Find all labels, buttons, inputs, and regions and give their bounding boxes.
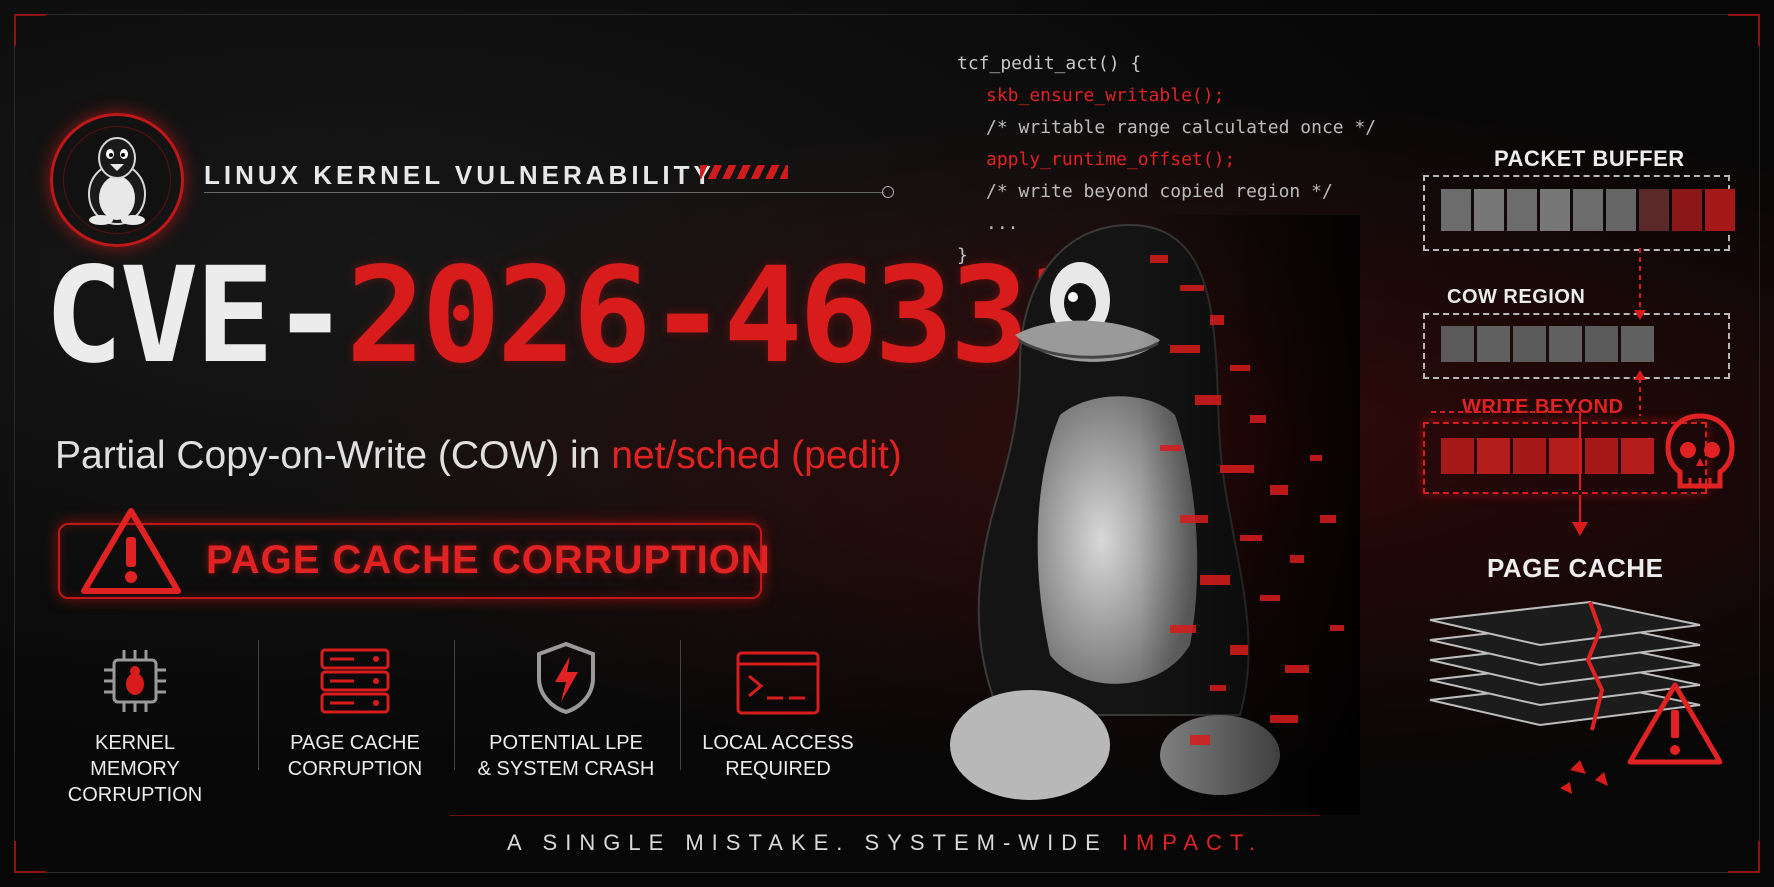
frame-corner bbox=[1728, 14, 1760, 46]
buffer-cell bbox=[1507, 189, 1537, 231]
cve-prefix: CVE- bbox=[44, 239, 350, 393]
feature-line1: KERNEL bbox=[94, 732, 176, 754]
feature-line1: PAGE CACHE bbox=[290, 732, 420, 754]
buffer-cell bbox=[1441, 189, 1471, 231]
warning-triangle-icon bbox=[81, 508, 181, 594]
terminal-icon bbox=[736, 651, 820, 715]
feature-line1: POTENTIAL LPE bbox=[489, 732, 643, 754]
subtitle-plain: Partial Copy-on-Write (COW) in bbox=[55, 434, 612, 477]
feature-line1: LOCAL ACCESS bbox=[702, 732, 854, 754]
kicker-line-endpoint bbox=[882, 186, 894, 198]
packet-buffer-cells bbox=[1441, 189, 1735, 231]
buffer-cell bbox=[1540, 189, 1570, 231]
frame-corner bbox=[14, 841, 46, 873]
footer-plain: A SINGLE MISTAKE. SYSTEM-WIDE bbox=[506, 830, 1122, 855]
chip-bug-icon bbox=[104, 650, 166, 712]
tux-logo bbox=[50, 113, 184, 247]
code-line: apply_runtime_offset(); bbox=[986, 149, 1236, 170]
server-stack-icon bbox=[320, 648, 390, 714]
code-line: tcf_pedit_act() { bbox=[957, 53, 1142, 74]
packet-buffer-title: PACKET BUFFER bbox=[1494, 146, 1685, 171]
subtitle-highlight: net/sched (pedit) bbox=[611, 434, 902, 477]
subtitle: Partial Copy-on-Write (COW) in net/sched… bbox=[55, 434, 902, 478]
buffer-cell bbox=[1672, 189, 1702, 231]
skull-icon bbox=[1665, 413, 1735, 489]
code-line: /* writable range calculated once */ bbox=[986, 117, 1377, 138]
alert-label: PAGE CACHE CORRUPTION bbox=[206, 538, 771, 582]
kicker-underline bbox=[204, 192, 884, 193]
frame-corner bbox=[14, 14, 46, 46]
page-cache-stack-illustration bbox=[1429, 600, 1723, 794]
feature-divider bbox=[454, 640, 455, 770]
feature-kernel-memory: KERNEL MEMORY CORRUPTION bbox=[35, 636, 235, 808]
code-line: skb_ensure_writable(); bbox=[986, 85, 1225, 106]
buffer-cell bbox=[1606, 189, 1636, 231]
feature-line2: CORRUPTION bbox=[287, 758, 423, 780]
buffer-cell bbox=[1573, 189, 1603, 231]
diagram-connectors bbox=[1430, 248, 1646, 536]
feature-page-cache: PAGE CACHE CORRUPTION bbox=[255, 636, 455, 782]
tux-icon bbox=[63, 126, 171, 234]
frame-corner bbox=[1728, 841, 1760, 873]
feature-lpe: POTENTIAL LPE & SYSTEM CRASH bbox=[466, 636, 666, 782]
feature-line2: REQUIRED bbox=[725, 758, 831, 780]
shield-lightning-icon bbox=[537, 641, 595, 715]
feature-line2: & SYSTEM CRASH bbox=[477, 758, 655, 780]
feature-line2: MEMORY CORRUPTION bbox=[67, 758, 203, 806]
page-cache-title: PAGE CACHE bbox=[1487, 553, 1664, 583]
buffer-cell bbox=[1705, 189, 1735, 231]
footer-tagline: A SINGLE MISTAKE. SYSTEM-WIDE IMPACT. bbox=[450, 830, 1320, 856]
buffer-cell bbox=[1639, 189, 1669, 231]
buffer-cell bbox=[1474, 189, 1504, 231]
footer-highlight: IMPACT. bbox=[1121, 830, 1264, 855]
kicker-title: LINUX KERNEL VULNERABILITY bbox=[204, 160, 715, 190]
kicker-stripes bbox=[700, 165, 788, 179]
code-line: /* write beyond copied region */ bbox=[986, 181, 1333, 202]
feature-local-access: LOCAL ACCESS REQUIRED bbox=[678, 636, 878, 782]
glitch-penguin-illustration bbox=[950, 215, 1360, 815]
